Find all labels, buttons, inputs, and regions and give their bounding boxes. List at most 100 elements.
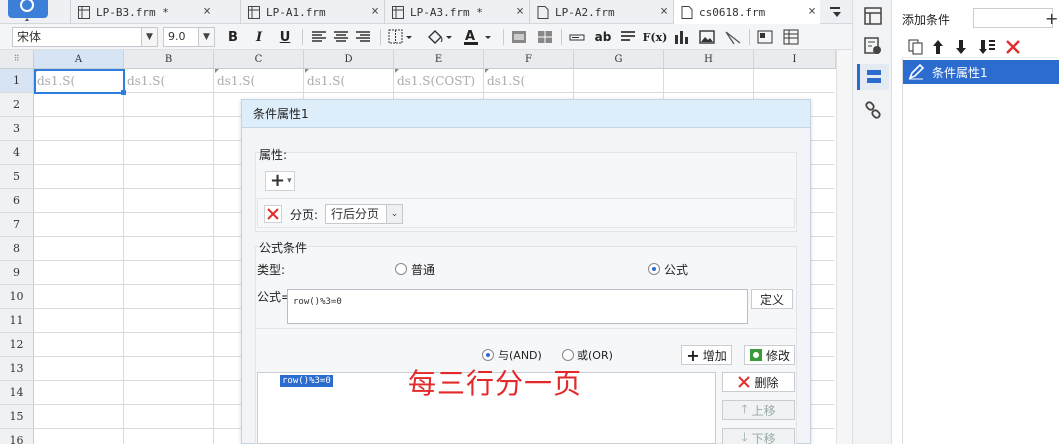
cell-d1[interactable]: ds1.S( <box>305 69 393 93</box>
type-normal-radio[interactable] <box>395 263 407 275</box>
type-normal-label[interactable]: 普通 <box>411 261 435 278</box>
column-header[interactable]: H <box>664 50 754 69</box>
condition-list-item[interactable]: row()%3=0 <box>280 375 333 387</box>
sheet-layout-icon[interactable] <box>781 27 801 47</box>
cell-b1[interactable]: ds1.S( <box>125 69 213 93</box>
freeze-panes-icon[interactable] <box>755 27 775 47</box>
image-icon[interactable] <box>697 27 717 47</box>
row-header[interactable]: 10 <box>0 285 34 309</box>
font-color-icon[interactable]: A <box>461 27 493 47</box>
move-bottom-icon[interactable] <box>978 39 996 55</box>
remove-property-button[interactable] <box>264 205 282 223</box>
move-up-button[interactable]: 🡑 上移 <box>722 400 795 420</box>
logic-or-label[interactable]: 或(OR) <box>577 347 613 363</box>
select-all-corner[interactable]: ⠿ <box>0 50 34 69</box>
merge-cells-icon[interactable] <box>509 27 529 47</box>
column-header[interactable]: B <box>124 50 214 69</box>
condition-type-select[interactable] <box>973 8 1053 28</box>
close-icon[interactable]: × <box>203 4 211 19</box>
condition-attribute-tab[interactable] <box>857 64 889 90</box>
align-center-icon[interactable] <box>331 27 351 47</box>
modify-condition-button[interactable]: 修改 <box>744 345 795 365</box>
delete-condition-button[interactable]: 删除 <box>722 372 795 392</box>
app-logo-icon[interactable] <box>8 0 48 22</box>
text-field-icon[interactable] <box>567 27 587 47</box>
underline-button[interactable]: U <box>275 27 295 47</box>
add-condition-button[interactable]: + 增加 <box>681 345 732 365</box>
logic-or-radio[interactable] <box>562 349 574 361</box>
row-header[interactable]: 3 <box>0 117 34 141</box>
tab-label: LP-B3.frm * <box>96 5 169 19</box>
column-header[interactable]: E <box>394 50 484 69</box>
close-icon[interactable]: × <box>516 4 524 19</box>
row-header[interactable]: 15 <box>0 405 34 429</box>
row-header[interactable]: 13 <box>0 357 34 381</box>
formula-input[interactable]: row()%3=0 <box>287 289 748 324</box>
delete-x-icon[interactable] <box>1006 40 1020 54</box>
logic-and-radio[interactable] <box>482 349 494 361</box>
tab-lp-b3[interactable]: LP-B3.frm * × <box>70 0 215 24</box>
close-icon[interactable]: × <box>808 4 816 19</box>
font-size-select[interactable]: 9.0 ▼ <box>163 27 215 47</box>
paragraph-icon[interactable] <box>618 27 638 47</box>
column-header[interactable]: G <box>574 50 664 69</box>
split-cells-icon[interactable] <box>535 27 555 47</box>
row-header[interactable]: 14 <box>0 381 34 405</box>
column-header[interactable]: I <box>754 50 836 69</box>
vertical-scrollbar[interactable] <box>836 50 852 444</box>
tab-lp-a3[interactable]: LP-A3.frm * × <box>384 0 528 24</box>
row-header[interactable]: 4 <box>0 141 34 165</box>
font-family-select[interactable]: 宋体 ▼ <box>12 27 158 47</box>
column-header[interactable]: C <box>214 50 304 69</box>
chart-icon[interactable] <box>671 27 691 47</box>
condition-tree-item-selected[interactable]: 条件属性1 <box>903 60 1059 84</box>
arrow-down-icon[interactable] <box>954 39 968 55</box>
cell-c1[interactable]: ds1.S( <box>215 69 303 93</box>
row-header[interactable]: 6 <box>0 189 34 213</box>
column-header[interactable]: F <box>484 50 574 69</box>
paging-select[interactable]: 行后分页 ⌄ <box>325 204 403 224</box>
fill-color-icon[interactable] <box>424 27 454 47</box>
bold-button[interactable]: B <box>223 27 243 47</box>
row-header[interactable]: 7 <box>0 213 34 237</box>
close-icon[interactable]: × <box>660 4 668 19</box>
text-abc-button[interactable]: ab <box>592 27 614 47</box>
align-right-icon[interactable] <box>353 27 373 47</box>
tab-label: LP-A1.frm <box>266 5 326 19</box>
row-header[interactable]: 8 <box>0 237 34 261</box>
logic-and-label[interactable]: 与(AND) <box>498 347 542 363</box>
italic-button[interactable]: I <box>249 27 269 47</box>
formula-button[interactable]: F(x) <box>643 27 668 47</box>
add-condition-plus-button[interactable]: + <box>1045 9 1058 28</box>
tab-list-menu-button[interactable] <box>822 0 852 24</box>
move-down-button[interactable]: 🡓 下移 <box>722 428 795 444</box>
align-left-icon[interactable] <box>309 27 329 47</box>
column-header[interactable]: A <box>34 50 124 69</box>
type-formula-radio[interactable] <box>648 263 660 275</box>
cell-attribute-icon[interactable] <box>863 6 883 26</box>
row-header[interactable]: 2 <box>0 93 34 117</box>
row-header[interactable]: 16 <box>0 429 34 444</box>
border-icon[interactable] <box>386 27 414 47</box>
copy-icon[interactable] <box>908 39 924 55</box>
column-header[interactable]: D <box>304 50 394 69</box>
row-header[interactable]: 11 <box>0 309 34 333</box>
row-header[interactable]: 9 <box>0 261 34 285</box>
tab-lp-a1[interactable]: LP-A1.frm × <box>240 0 383 24</box>
cell-e1[interactable]: ds1.S(COST) <box>395 69 483 93</box>
tab-lp-a2[interactable]: LP-A2.frm × <box>529 0 672 24</box>
define-button[interactable]: 定义 <box>751 289 793 309</box>
row-header[interactable]: 1 <box>0 69 34 93</box>
slash-line-icon[interactable] <box>723 27 743 47</box>
type-formula-label[interactable]: 公式 <box>664 261 688 278</box>
cell-f1[interactable]: ds1.S( <box>485 69 573 93</box>
close-icon[interactable]: × <box>371 4 379 19</box>
row-header[interactable]: 5 <box>0 165 34 189</box>
widget-settings-icon[interactable] <box>863 36 883 56</box>
hyperlink-icon[interactable] <box>863 100 883 120</box>
fill-handle[interactable] <box>121 90 126 95</box>
arrow-up-icon[interactable] <box>931 39 945 55</box>
add-property-button[interactable]: + ▾ <box>265 171 295 191</box>
row-header[interactable]: 12 <box>0 333 34 357</box>
tab-cs0618[interactable]: cs0618.frm × <box>673 0 820 24</box>
